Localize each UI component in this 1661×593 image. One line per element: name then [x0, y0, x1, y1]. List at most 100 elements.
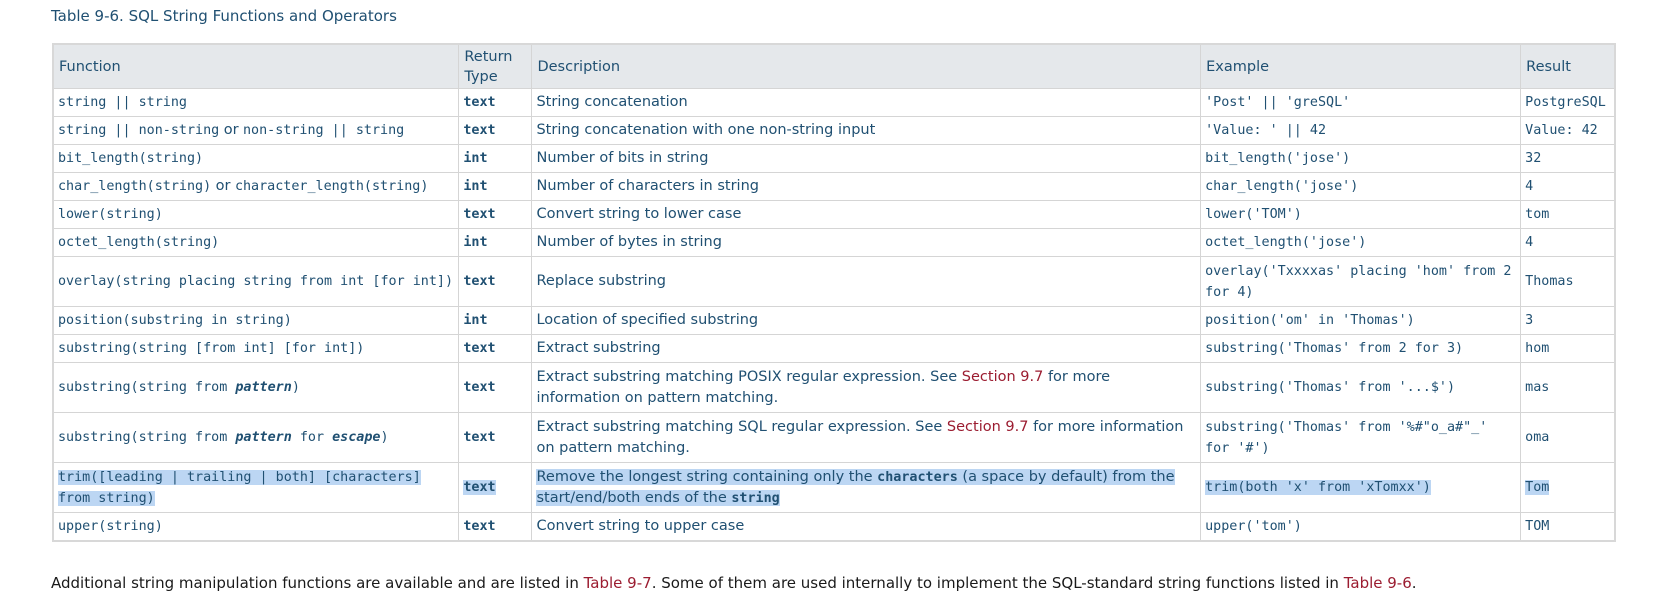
result-value: 4 — [1525, 235, 1534, 250]
table-row: char_length(string) or character_length(… — [52, 172, 1616, 201]
result-value: TOM — [1525, 519, 1550, 534]
example-cell: lower('TOM') — [1200, 200, 1522, 229]
description-cell: Extract substring — [531, 334, 1202, 363]
description-cell: String concatenation — [531, 88, 1202, 117]
function-close: ) — [291, 380, 300, 395]
or-text: or — [223, 122, 239, 138]
result-value: tom — [1525, 207, 1550, 222]
section-link[interactable]: Section 9.7 — [947, 419, 1029, 435]
result-value: PostgreSQL — [1525, 95, 1606, 110]
result-cell: Value: 42 — [1520, 116, 1616, 145]
table-row-selected: trim([leading | trailing | both] [charac… — [52, 462, 1616, 513]
function-cell: trim([leading | trailing | both] [charac… — [52, 462, 460, 513]
example-code: lower('TOM') — [1205, 207, 1302, 222]
function-cell: substring(string from pattern for escape… — [52, 412, 460, 463]
result-cell: hom — [1520, 334, 1616, 363]
return-type-cell: text — [458, 116, 533, 145]
description-text: String concatenation — [536, 94, 688, 110]
function-signature: position(substring in string) — [58, 313, 292, 328]
example-code: upper('tom') — [1205, 519, 1302, 534]
function-signature: char_length(string) — [58, 179, 212, 194]
example-code: substring('Thomas' from '...$') — [1205, 380, 1456, 395]
return-type: text — [463, 274, 496, 289]
table-row: bit_length(string) int Number of bits in… — [52, 144, 1616, 173]
example-code: position('om' in 'Thomas') — [1205, 313, 1415, 328]
function-cell: string || non-string or non-string || st… — [52, 116, 460, 145]
table-9-7-link[interactable]: Table 9-7 — [584, 574, 652, 592]
example-code: octet_length('jose') — [1205, 235, 1367, 250]
result-cell: 4 — [1520, 228, 1616, 257]
return-type: text — [463, 380, 496, 395]
table-row: octet_length(string) int Number of bytes… — [52, 228, 1616, 257]
return-type: text — [463, 519, 496, 534]
result-cell: Thomas — [1520, 256, 1616, 307]
example-cell: overlay('Txxxxas' placing 'hom' from 2 f… — [1200, 256, 1522, 307]
return-type: text — [463, 430, 496, 445]
description-cell: Convert string to upper case — [531, 512, 1202, 542]
table-row: string || string text String concatenati… — [52, 88, 1616, 117]
table-header-row: Function Return Type Description Example… — [52, 43, 1616, 89]
return-type: int — [463, 313, 488, 328]
example-code: overlay('Txxxxas' placing 'hom' from 2 f… — [1205, 263, 1512, 300]
escape-param: escape — [332, 430, 381, 445]
function-signature: upper(string) — [58, 519, 163, 534]
function-signature-alt: non-string || string — [243, 123, 405, 138]
footer-paragraph: Additional string manipulation functions… — [51, 574, 1417, 592]
description-cell: Convert string to lower case — [531, 200, 1202, 229]
return-type-cell: int — [458, 172, 533, 201]
result-value: 32 — [1525, 151, 1542, 166]
table-row: overlay(string placing string from int [… — [52, 256, 1616, 307]
function-for: for — [291, 430, 333, 445]
return-type: text — [463, 341, 496, 356]
return-type: text — [463, 207, 496, 222]
description-text: Location of specified substring — [536, 312, 759, 328]
example-cell: char_length('jose') — [1200, 172, 1522, 201]
description-cell: Extract substring matching SQL regular e… — [531, 412, 1202, 463]
function-signature: substring(string from — [58, 430, 236, 445]
example-cell: 'Value: ' || 42 — [1200, 116, 1522, 145]
example-cell: upper('tom') — [1200, 512, 1522, 542]
description-text: Convert string to lower case — [536, 206, 742, 222]
table-9-6-link[interactable]: Table 9-6 — [1344, 574, 1412, 592]
return-type-cell: text — [458, 512, 533, 542]
function-signature: lower(string) — [58, 207, 163, 222]
result-value: 3 — [1525, 313, 1534, 328]
return-type: int — [463, 179, 488, 194]
string-code: string — [731, 490, 780, 506]
result-cell: 4 — [1520, 172, 1616, 201]
header-return-type: Return Type — [458, 43, 533, 89]
description-cell: String concatenation with one non-string… — [531, 116, 1202, 145]
return-type: int — [463, 151, 488, 166]
result-value: 4 — [1525, 179, 1534, 194]
example-cell: substring('Thomas' from '...$') — [1200, 362, 1522, 413]
description-text: String concatenation with one non-string… — [536, 122, 876, 138]
example-code: char_length('jose') — [1205, 179, 1359, 194]
table-row: string || non-string or non-string || st… — [52, 116, 1616, 145]
return-type: text — [463, 123, 496, 138]
footer-text-cont: . Some of them are used internally to im… — [651, 574, 1344, 592]
example-cell: position('om' in 'Thomas') — [1200, 306, 1522, 335]
section-link[interactable]: Section 9.7 — [962, 369, 1044, 385]
function-signature: trim([leading | trailing | both] [charac… — [58, 469, 421, 506]
return-type-cell: int — [458, 228, 533, 257]
example-code: bit_length('jose') — [1205, 151, 1351, 166]
function-signature: bit_length(string) — [58, 151, 204, 166]
function-cell: substring(string from pattern) — [52, 362, 460, 413]
function-signature-alt: character_length(string) — [234, 179, 429, 194]
result-cell: Tom — [1520, 462, 1616, 513]
result-value: mas — [1525, 380, 1550, 395]
function-cell: substring(string [from int] [for int]) — [52, 334, 460, 363]
function-cell: overlay(string placing string from int [… — [52, 256, 460, 307]
example-cell: trim(both 'x' from 'xTomxx') — [1200, 462, 1522, 513]
description-text: Extract substring matching POSIX regular… — [536, 368, 962, 385]
description-text: Extract substring — [536, 340, 661, 356]
function-signature: octet_length(string) — [58, 235, 220, 250]
example-cell: 'Post' || 'greSQL' — [1200, 88, 1522, 117]
result-value: oma — [1525, 430, 1550, 445]
result-value: Thomas — [1525, 274, 1574, 289]
pattern-param: pattern — [235, 380, 292, 395]
header-function: Function — [52, 43, 460, 89]
function-cell: upper(string) — [52, 512, 460, 542]
result-cell: oma — [1520, 412, 1616, 463]
result-cell: 32 — [1520, 144, 1616, 173]
